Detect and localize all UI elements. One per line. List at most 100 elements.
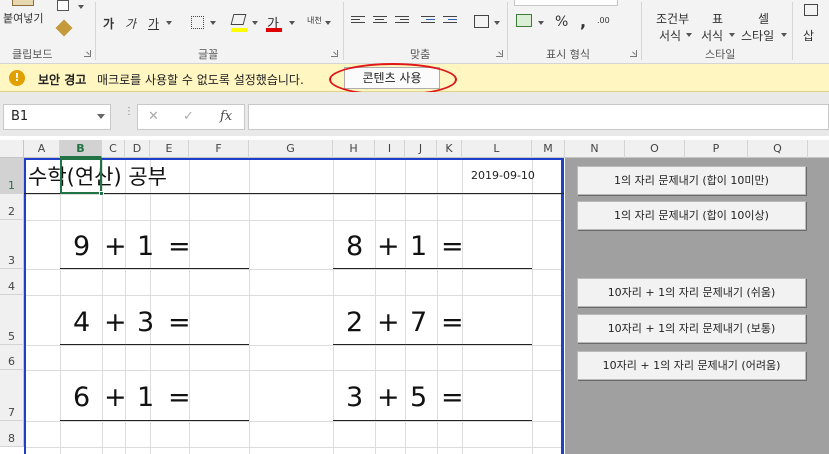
column-header-I[interactable]: I <box>375 140 405 158</box>
problem-operator[interactable]: + <box>104 383 127 413</box>
problem-number-b[interactable]: 1 <box>410 232 427 262</box>
name-box-dropdown-icon[interactable] <box>97 114 105 119</box>
number-format-dropdown[interactable] <box>514 0 618 6</box>
percent-button[interactable]: % <box>555 14 568 30</box>
row-header-4[interactable]: 4 <box>0 269 24 295</box>
fill-handle[interactable] <box>99 191 104 196</box>
copy-dropdown-icon[interactable] <box>78 5 84 9</box>
fill-color-icon[interactable] <box>230 14 247 25</box>
italic-button[interactable]: 가 <box>125 15 136 32</box>
column-header-O[interactable]: O <box>625 140 685 158</box>
problem-equals[interactable]: = <box>441 232 464 262</box>
macro-button-tens-normal[interactable]: 10자리 + 1의 자리 문제내기 (보통) <box>577 314 806 343</box>
problem-number-b[interactable]: 1 <box>137 232 154 262</box>
column-header-N[interactable]: N <box>565 140 625 158</box>
problem-number-a[interactable]: 8 <box>346 232 363 262</box>
font-color-dropdown-icon[interactable] <box>289 21 295 25</box>
merge-center-icon[interactable] <box>474 15 489 28</box>
row-header-3[interactable]: 3 <box>0 220 24 269</box>
conditional-format-button[interactable]: 조건부 <box>656 10 689 27</box>
formula-input[interactable] <box>248 104 829 130</box>
row-header-5[interactable]: 5 <box>0 295 24 345</box>
format-table-button[interactable]: 표 <box>712 10 723 27</box>
fill-dropdown-icon[interactable] <box>252 21 258 25</box>
column-header-M[interactable]: M <box>532 140 565 158</box>
paste-button[interactable]: 붙여넣기 <box>3 10 43 26</box>
macro-button-ones-over-10[interactable]: 1의 자리 문제내기 (합이 10이상) <box>577 201 806 230</box>
problem-number-a[interactable]: 4 <box>73 308 90 338</box>
problem-equals[interactable]: = <box>168 308 191 338</box>
format-painter-icon[interactable] <box>55 19 73 37</box>
row-header-8[interactable]: 8 <box>0 421 24 447</box>
row-header-6[interactable]: 6 <box>0 345 24 370</box>
table-dropdown-icon[interactable] <box>729 33 735 37</box>
problem-number-b[interactable]: 7 <box>410 308 427 338</box>
cell-styles-button[interactable]: 셀 <box>758 10 769 27</box>
format-table-sub[interactable]: 서식 <box>701 27 723 44</box>
cancel-icon[interactable]: ✕ <box>148 109 159 124</box>
problem-operator[interactable]: + <box>377 308 400 338</box>
column-header-B[interactable]: B <box>60 140 102 158</box>
confirm-icon[interactable]: ✓ <box>183 109 194 124</box>
problem-equals[interactable]: = <box>441 383 464 413</box>
problem-number-b[interactable]: 1 <box>137 383 154 413</box>
bold-button[interactable]: 가 <box>103 15 114 32</box>
problem-operator[interactable]: + <box>104 232 127 262</box>
insert-cells-sub[interactable]: 삽 <box>803 27 814 44</box>
column-header-K[interactable]: K <box>437 140 462 158</box>
formula-bar-grip-icon[interactable]: ⋮ <box>124 107 134 117</box>
insert-cells-icon[interactable] <box>804 4 818 16</box>
row-header-7[interactable]: 7 <box>0 370 24 421</box>
problem-operator[interactable]: + <box>104 308 127 338</box>
paste-icon[interactable] <box>12 0 34 6</box>
clipboard-launcher-icon[interactable] <box>84 50 91 57</box>
problem-equals[interactable]: = <box>168 232 191 262</box>
column-header-P[interactable]: P <box>685 140 748 158</box>
problem-number-a[interactable]: 3 <box>346 383 363 413</box>
borders-icon[interactable] <box>191 16 204 29</box>
conditional-dropdown-icon[interactable] <box>686 33 692 37</box>
column-header-J[interactable]: J <box>405 140 437 158</box>
increase-decimal-icon[interactable]: .00 <box>597 16 610 25</box>
merge-dropdown-icon[interactable] <box>494 21 500 25</box>
macro-button-tens-hard[interactable]: 10자리 + 1의 자리 문제내기 (어려움) <box>577 351 806 380</box>
problem-number-a[interactable]: 2 <box>346 308 363 338</box>
column-header-A[interactable]: A <box>24 140 60 158</box>
currency-icon[interactable] <box>516 14 532 27</box>
number-launcher-icon[interactable] <box>630 50 637 57</box>
problem-number-a[interactable]: 6 <box>73 383 90 413</box>
align-center-icon[interactable] <box>373 16 387 27</box>
problem-number-b[interactable]: 3 <box>137 308 154 338</box>
column-header-Q[interactable]: Q <box>748 140 808 158</box>
underline-dropdown-icon[interactable] <box>166 21 172 25</box>
problem-number-b[interactable]: 5 <box>410 383 427 413</box>
problem-equals[interactable]: = <box>441 308 464 338</box>
problem-equals[interactable]: = <box>168 383 191 413</box>
column-header-G[interactable]: G <box>249 140 333 158</box>
problem-operator[interactable]: + <box>377 232 400 262</box>
column-header-L[interactable]: L <box>462 140 532 158</box>
borders-dropdown-icon[interactable] <box>210 21 216 25</box>
row-header-2[interactable]: 2 <box>0 194 24 220</box>
align-left-icon[interactable] <box>351 16 365 27</box>
column-header-C[interactable]: C <box>102 140 125 158</box>
date-cell[interactable]: 2019-09-10 <box>471 169 535 182</box>
select-all-corner[interactable] <box>0 140 24 158</box>
column-header-H[interactable]: H <box>333 140 375 158</box>
underline-button[interactable]: 가 <box>148 15 159 32</box>
phonetic-button[interactable]: 내천 <box>307 15 322 26</box>
name-box[interactable]: B1 <box>3 104 111 130</box>
currency-dropdown-icon[interactable] <box>538 21 544 25</box>
phonetic-dropdown-icon[interactable] <box>325 21 331 25</box>
comma-button[interactable]: , <box>580 12 586 31</box>
align-right-icon[interactable] <box>395 16 409 27</box>
increase-indent-icon[interactable] <box>443 16 457 27</box>
problem-operator[interactable]: + <box>377 383 400 413</box>
alignment-launcher-icon[interactable] <box>496 50 503 57</box>
column-header-E[interactable]: E <box>150 140 189 158</box>
macro-button-ones-under-10[interactable]: 1의 자리 문제내기 (합이 10미만) <box>577 166 806 195</box>
row-header-1[interactable]: 1 <box>0 158 24 194</box>
copy-icon[interactable] <box>57 0 69 11</box>
problem-number-a[interactable]: 9 <box>73 232 90 262</box>
decrease-indent-icon[interactable] <box>421 16 435 27</box>
